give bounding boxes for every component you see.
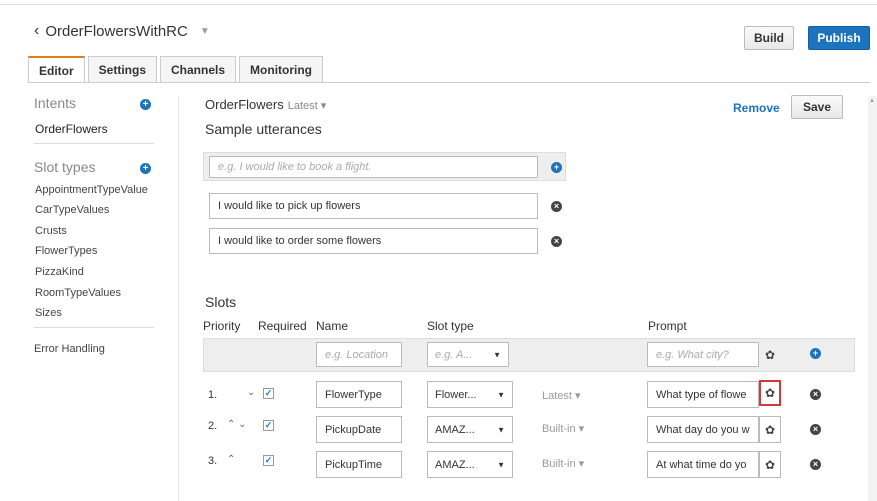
slot-version-label: Built-in (542, 458, 576, 470)
slot-name-field[interactable]: FlowerType (316, 381, 402, 408)
slot-type-value: AMAZ... (435, 423, 475, 436)
slot-version-label: Built-in (542, 423, 576, 435)
intent-title: OrderFlowers Latest ▾ (205, 97, 326, 112)
scrollbar[interactable]: ▲ (868, 96, 877, 501)
utterance-field[interactable]: I would like to order some flowers (209, 228, 538, 254)
utterance-field[interactable]: I would like to pick up flowers (209, 193, 538, 219)
remove-button[interactable]: Remove (733, 101, 780, 115)
required-checkbox[interactable]: ✓ (263, 420, 274, 431)
slot-prompt-input[interactable]: e.g. What city? (647, 342, 759, 367)
publish-button[interactable]: Publish (808, 26, 870, 50)
slot-type-value: Flower... (435, 388, 477, 401)
dropdown-arrow-icon: ▼ (497, 425, 505, 434)
utterances-heading: Sample utterances (205, 121, 322, 137)
slot-type-select[interactable]: AMAZ... ▼ (427, 416, 513, 443)
build-button[interactable]: Build (744, 26, 794, 50)
remove-utterance-icon[interactable]: × (551, 236, 562, 247)
slot-type-placeholder: e.g. A... (435, 348, 473, 361)
remove-slot-icon[interactable]: × (810, 459, 821, 470)
intent-version-dropdown[interactable]: Latest ▾ (288, 100, 327, 112)
top-border (0, 4, 877, 5)
col-prompt: Prompt (648, 319, 687, 333)
col-name: Name (316, 319, 349, 333)
intent-name: OrderFlowers (205, 97, 284, 112)
priority-arrows[interactable]: ⌄ (247, 387, 255, 398)
slot-type-select[interactable]: AMAZ... ▼ (427, 451, 513, 478)
priority-arrows[interactable]: ⌃ (227, 454, 235, 465)
tabs-divider (28, 82, 870, 83)
slot-name-field[interactable]: PickupDate (316, 416, 402, 443)
tab-editor[interactable]: Editor (28, 56, 85, 83)
sidebar-item-orderflowers[interactable]: OrderFlowers (35, 122, 108, 136)
gear-icon[interactable]: ✿ (759, 380, 781, 406)
intent-version-label: Latest (287, 100, 318, 112)
remove-utterance-icon[interactable]: × (551, 201, 562, 212)
dropdown-arrow-icon: ▼ (497, 390, 505, 399)
tab-channels[interactable]: Channels (160, 56, 237, 82)
slot-version-label: Latest (542, 390, 572, 402)
remove-slot-icon[interactable]: × (810, 389, 821, 400)
slot-type-select[interactable]: e.g. A... ▼ (427, 342, 509, 367)
sidebar-item-roomtypevalues[interactable]: RoomTypeValues (35, 287, 121, 299)
slot-prompt-field[interactable]: What type of flowe (647, 381, 759, 408)
save-button[interactable]: Save (791, 95, 843, 119)
col-slot-type: Slot type (427, 319, 474, 333)
gear-icon[interactable]: ✿ (759, 342, 781, 367)
required-checkbox[interactable]: ✓ (263, 455, 274, 466)
slots-heading: Slots (205, 294, 237, 310)
intents-heading: Intents (34, 95, 77, 111)
dropdown-arrow-icon: ▼ (493, 350, 501, 359)
tab-bar: Editor Settings Channels Monitoring (28, 56, 326, 83)
col-required: Required (258, 319, 307, 333)
sidebar-item-crusts[interactable]: Crusts (35, 225, 67, 237)
remove-slot-icon[interactable]: × (810, 424, 821, 435)
chevron-left-icon: ‹ (34, 22, 40, 39)
bot-title: OrderFlowersWithRC (45, 22, 188, 40)
sidebar-item-flowertypes[interactable]: FlowerTypes (35, 245, 97, 257)
slot-priority: 3. (208, 455, 218, 467)
slot-version-dropdown[interactable]: Latest ▾ (542, 389, 581, 402)
slot-prompt-field[interactable]: At what time do yo (647, 451, 759, 478)
slot-types-heading: Slot types (34, 159, 96, 175)
slot-version-dropdown[interactable]: Built-in ▾ (542, 422, 584, 435)
utterance-input[interactable]: e.g. I would like to book a flight. (209, 156, 538, 178)
slot-type-value: AMAZ... (435, 458, 475, 471)
sidebar-item-sizes[interactable]: Sizes (35, 307, 62, 319)
sidebar-item-pizzakind[interactable]: PizzaKind (35, 266, 84, 278)
chevron-down-icon[interactable]: ▼ (200, 26, 210, 37)
col-priority: Priority (203, 319, 241, 333)
sidebar-divider (34, 327, 154, 328)
slot-name-input[interactable]: e.g. Location (316, 342, 402, 367)
priority-arrows[interactable]: ⌃ ⌄ (227, 419, 247, 430)
slot-priority: 2. (208, 420, 218, 432)
scroll-up-icon[interactable]: ▲ (869, 98, 875, 104)
tab-monitoring[interactable]: Monitoring (239, 56, 324, 82)
sidebar-separator (178, 96, 179, 501)
bot-back-link[interactable]: ‹ OrderFlowersWithRC ▼ (34, 22, 210, 40)
sidebar-item-appointmenttypevalue[interactable]: AppointmentTypeValue (35, 184, 148, 196)
slot-version-dropdown[interactable]: Built-in ▾ (542, 457, 584, 470)
gear-icon[interactable]: ✿ (759, 416, 781, 443)
slot-type-select[interactable]: Flower... ▼ (427, 381, 513, 408)
add-utterance-icon[interactable]: + (551, 162, 562, 173)
gear-icon[interactable]: ✿ (759, 451, 781, 478)
add-intent-icon[interactable]: + (140, 99, 151, 110)
slot-prompt-field[interactable]: What day do you w (647, 416, 759, 443)
sidebar-item-error-handling[interactable]: Error Handling (34, 343, 105, 355)
add-slot-icon[interactable]: + (810, 348, 821, 359)
required-checkbox[interactable]: ✓ (263, 388, 274, 399)
sidebar-divider (34, 143, 154, 144)
dropdown-arrow-icon: ▼ (497, 460, 505, 469)
slot-name-field[interactable]: PickupTime (316, 451, 402, 478)
tab-settings[interactable]: Settings (87, 56, 158, 82)
add-slot-type-icon[interactable]: + (140, 163, 151, 174)
sidebar-item-cartypevalues[interactable]: CarTypeValues (35, 204, 109, 216)
slot-priority: 1. (208, 389, 218, 401)
